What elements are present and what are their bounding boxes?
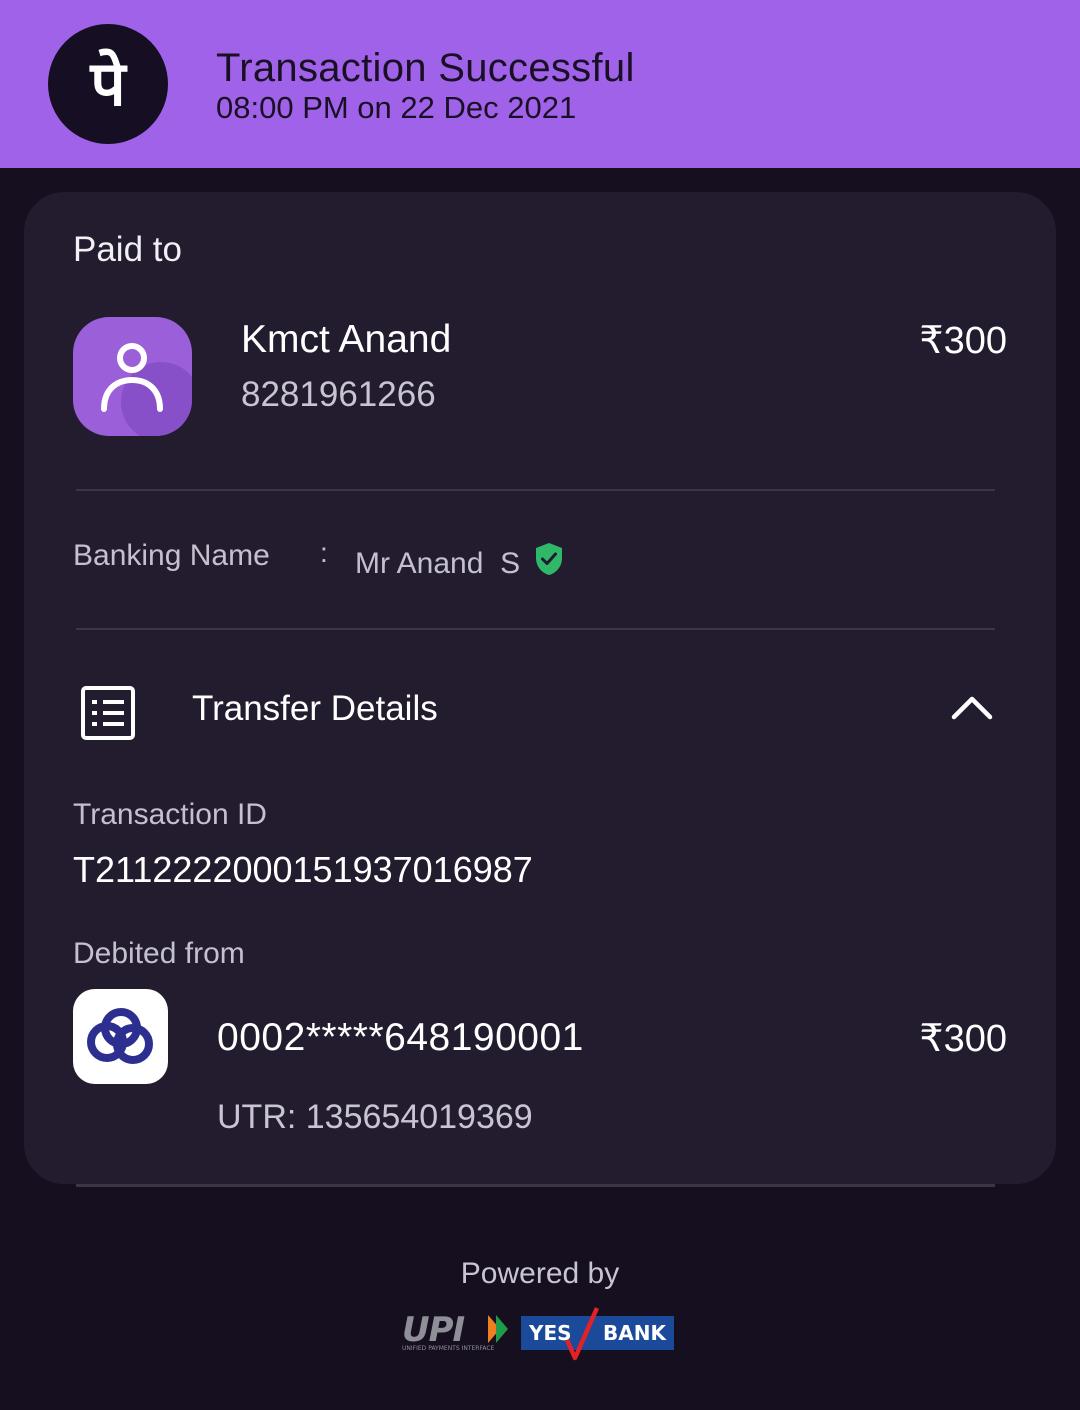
chevron-up-icon[interactable]: [949, 692, 995, 722]
account-number: 0002*****648190001: [217, 1016, 584, 1059]
list-icon: [81, 686, 135, 740]
header-banner: पे Transaction Successful 08:00 PM on 22…: [0, 0, 1080, 168]
banking-name-value: Mr Anand S: [355, 547, 521, 580]
payee-name: Kmct Anand: [241, 318, 452, 361]
banking-name-label: Banking Name: [73, 539, 270, 572]
svg-text:UPI: UPI: [402, 1310, 465, 1350]
payee-phone: 8281961266: [241, 375, 436, 414]
user-icon: [101, 343, 192, 436]
payee-avatar[interactable]: [73, 317, 192, 436]
debited-from-label: Debited from: [73, 937, 245, 970]
powered-by-label: Powered by: [460, 1257, 620, 1290]
utr-number[interactable]: UTR: 135654019369: [217, 1098, 533, 1137]
svg-text:UNIFIED PAYMENTS INTERFACE: UNIFIED PAYMENTS INTERFACE: [402, 1345, 495, 1352]
yes-bank-logo: YES BANK: [521, 1307, 674, 1361]
divider: [76, 1184, 995, 1187]
header-timestamp: 08:00 PM on 22 Dec 2021: [216, 90, 577, 125]
banking-colon: :: [320, 537, 328, 568]
transaction-card: Paid to Kmct Anand 8281961266 ₹300 Banki…: [24, 192, 1056, 1184]
transfer-details-title[interactable]: Transfer Details: [192, 689, 438, 729]
debited-amount: ₹300: [919, 1018, 1007, 1060]
phonepe-logo-icon: पे: [48, 24, 168, 144]
upi-logo: UPI UNIFIED PAYMENTS INTERFACE: [400, 1310, 512, 1357]
bank-logo-icon: [73, 989, 168, 1084]
transaction-id-value[interactable]: T2112222000151937016987: [73, 849, 533, 891]
yes-bank-tick-icon: [565, 1307, 599, 1361]
paid-amount: ₹300: [919, 320, 1007, 362]
yes-bank-bank-label: BANK: [603, 1321, 666, 1345]
header-title: Transaction Successful: [216, 46, 635, 90]
divider: [76, 489, 995, 491]
divider: [76, 628, 995, 630]
paid-to-label: Paid to: [73, 230, 182, 269]
transaction-id-label: Transaction ID: [73, 798, 267, 831]
shield-check-icon: [536, 543, 562, 575]
